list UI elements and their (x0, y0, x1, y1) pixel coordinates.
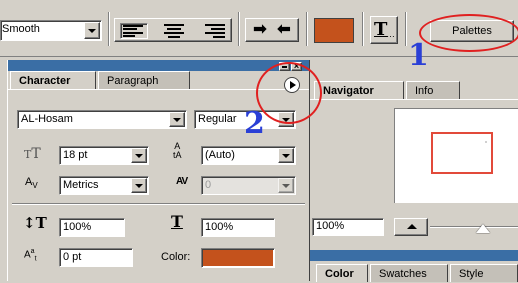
color-tab-strip: Color Swatches Style (310, 264, 518, 283)
toolbar-separator (362, 12, 364, 46)
vertical-scale-icon: ↕T (23, 214, 47, 232)
antialias-dropdown-button[interactable] (84, 22, 100, 39)
tab-paragraph[interactable]: Paragraph (98, 71, 190, 89)
navigator-preview[interactable] (394, 108, 518, 203)
align-right-icon[interactable] (199, 23, 227, 39)
tab-color[interactable]: Color (316, 264, 368, 282)
text-color-swatch[interactable] (314, 18, 354, 43)
arrow-left-icon[interactable]: ⬅ (274, 22, 294, 38)
baseline-shift-icon: Aat (24, 248, 37, 263)
font-size-icon: TT (24, 146, 41, 162)
align-center-icon[interactable] (160, 23, 188, 39)
zoom-out-button[interactable] (394, 218, 428, 236)
annotation-number-1: 1 (408, 38, 429, 73)
horizontal-scale-icon: T (171, 212, 183, 231)
preview-dot (485, 141, 487, 143)
font-family-value: AL-Hosam (21, 113, 73, 125)
leading-value: (Auto) (205, 149, 235, 161)
navigator-panel: Navigator Info 100% (310, 60, 518, 240)
baseline-shift-value: 0 pt (63, 251, 82, 263)
font-size-dropdown-button[interactable] (131, 148, 147, 163)
character-color-fill (203, 250, 273, 266)
vertical-scale-input[interactable]: 100% (59, 218, 125, 237)
text-color-fill (315, 19, 353, 42)
color-panel-titlebar[interactable] (310, 250, 518, 261)
tab-navigator[interactable]: Navigator (314, 81, 404, 99)
navigator-zoom-value: 100% (316, 220, 345, 232)
character-color-swatch[interactable] (201, 248, 275, 268)
navigator-zoom-input[interactable]: 100% (312, 218, 384, 236)
font-size-value: 18 pt (63, 149, 88, 161)
align-left-icon[interactable] (120, 23, 148, 39)
horizontal-scale-input[interactable]: 100% (201, 218, 275, 237)
kerning-value: Metrics (63, 179, 99, 191)
tab-info[interactable]: Info (406, 81, 460, 99)
tracking-dropdown-button (278, 178, 294, 193)
baseline-shift-input[interactable]: 0 pt (59, 248, 133, 267)
tab-character[interactable]: Character (10, 71, 96, 89)
zoom-slider[interactable] (430, 226, 518, 228)
font-size-select[interactable]: 18 pt (59, 146, 149, 165)
navigator-tab-strip: Navigator Info (310, 81, 518, 100)
antialias-value: Smooth (2, 23, 40, 35)
toolbar-separator (405, 12, 407, 46)
kerning-dropdown-button[interactable] (131, 178, 147, 193)
tracking-icon: AV (176, 176, 188, 187)
font-style-value: Regular (198, 113, 237, 125)
color-label: Color: (161, 251, 191, 263)
font-family-select[interactable]: AL-Hosam (17, 110, 187, 129)
kerning-icon: AV (25, 176, 38, 191)
navigator-view-box[interactable] (431, 132, 493, 174)
panel-divider (12, 203, 305, 205)
warp-text-button[interactable]: T … (370, 16, 398, 44)
tracking-select: 0 (201, 176, 296, 195)
zoom-slider-thumb[interactable] (476, 224, 490, 233)
text-direction-group: ➡ ⬅ (245, 18, 299, 42)
tab-swatches[interactable]: Swatches (370, 264, 448, 282)
character-panel-titlebar[interactable] (8, 60, 309, 71)
toolbar-separator (108, 12, 110, 46)
toolbar-separator (238, 12, 240, 46)
vertical-scale-value: 100% (63, 221, 92, 233)
toolbar-separator (306, 12, 308, 46)
horizontal-scale-value: 100% (205, 221, 234, 233)
antialias-select[interactable]: Smooth (0, 20, 102, 41)
tab-styles[interactable]: Style (450, 264, 518, 282)
zoom-out-icon (407, 224, 417, 229)
annotation-ellipse-palettes (419, 14, 518, 52)
annotation-ellipse-menu (256, 62, 322, 124)
align-button-group (114, 18, 232, 42)
tracking-value: 0 (205, 179, 212, 191)
arrow-right-icon[interactable]: ➡ (250, 22, 270, 38)
leading-icon: AtA (173, 141, 182, 160)
leading-dropdown-button[interactable] (278, 148, 294, 163)
font-family-dropdown-button[interactable] (169, 112, 185, 127)
leading-select[interactable]: (Auto) (201, 146, 296, 165)
kerning-select[interactable]: Metrics (59, 176, 149, 195)
color-panel: Color Swatches Style (310, 240, 518, 283)
annotation-number-2: 2 (244, 106, 265, 141)
